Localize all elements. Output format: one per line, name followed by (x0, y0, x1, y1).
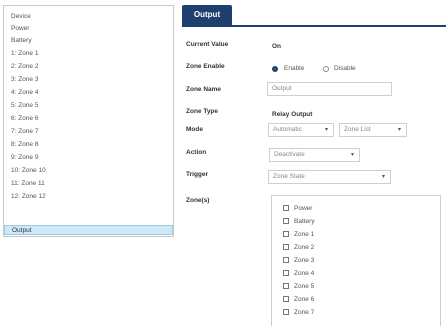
list-item-zone-8[interactable]: 8: Zone 8 (11, 140, 38, 150)
checkbox[interactable] (283, 257, 289, 263)
action-select[interactable]: Deactivate ▾ (269, 148, 360, 162)
tab-underline (182, 25, 446, 27)
enable-radio-label: Enable (284, 65, 305, 72)
chevron-down-icon: ▾ (324, 127, 328, 133)
trigger-select[interactable]: Zone State ▾ (268, 170, 391, 184)
zone-check-label: Battery (294, 218, 315, 225)
chevron-down-icon: ▾ (350, 152, 354, 158)
mode-select[interactable]: Automatic ▾ (268, 123, 334, 137)
enable-radio[interactable] (272, 66, 278, 72)
zone-type-value: Relay Output (272, 111, 313, 118)
disable-radio[interactable] (323, 66, 329, 72)
list-item-zone-4[interactable]: 4: Zone 4 (11, 88, 38, 98)
zone-check-label: Zone 3 (294, 257, 315, 264)
current-value-label: Current Value (186, 41, 229, 48)
checkbox[interactable] (283, 205, 289, 211)
zone-check-label: Power (294, 205, 313, 212)
list-item-output[interactable]: Output (4, 225, 173, 235)
checkbox[interactable] (283, 309, 289, 315)
mode-list-select-value: Zone List (344, 126, 371, 133)
mode-list-select[interactable]: Zone List ▾ (339, 123, 407, 137)
list-item-zone-2[interactable]: 2: Zone 2 (11, 62, 38, 72)
checkbox[interactable] (283, 283, 289, 289)
zone-check-label: Zone 7 (294, 309, 315, 316)
trigger-select-value: Zone State (273, 173, 305, 180)
list-item-zone-7[interactable]: 7: Zone 7 (11, 127, 38, 137)
mode-label: Mode (186, 126, 203, 133)
list-item-zone-5[interactable]: 5: Zone 5 (11, 101, 38, 111)
zone-name-label: Zone Name (186, 86, 222, 93)
zone-list[interactable]: Device Power Battery 1: Zone 1 2: Zone 2… (3, 5, 174, 237)
checkbox[interactable] (283, 244, 289, 250)
list-item-power[interactable]: Power (11, 24, 29, 34)
list-item-zone-9[interactable]: 9: Zone 9 (11, 153, 38, 163)
checkbox[interactable] (283, 296, 289, 302)
action-select-value: Deactivate (274, 151, 305, 158)
chevron-down-icon: ▾ (381, 174, 385, 180)
chevron-down-icon: ▾ (397, 127, 401, 133)
zone-check-label: Zone 5 (294, 283, 315, 290)
list-item-zone-10[interactable]: 10: Zone 10 (11, 166, 46, 176)
list-item-zone-12[interactable]: 12: Zone 12 (11, 192, 46, 202)
tab-output[interactable]: Output (182, 5, 232, 25)
tab-bar: Output (182, 5, 446, 27)
action-label: Action (186, 149, 207, 156)
list-item-device[interactable]: Device (11, 12, 31, 22)
zone-check-label: Zone 6 (294, 296, 315, 303)
mode-select-value: Automatic (273, 126, 302, 133)
list-item-zone-6[interactable]: 6: Zone 6 (11, 114, 38, 124)
list-item-zone-3[interactable]: 3: Zone 3 (11, 75, 38, 85)
zone-check-label: Zone 1 (294, 231, 315, 238)
zones-checklist[interactable]: Power Battery Zone 1 Zone 2 Zone 3 Zone … (271, 195, 441, 326)
zone-check-label: Zone 4 (294, 270, 315, 277)
checkbox[interactable] (283, 270, 289, 276)
trigger-label: Trigger (186, 171, 209, 178)
zone-enable-label: Zone Enable (186, 63, 225, 70)
zone-check-label: Zone 2 (294, 244, 315, 251)
zone-name-input[interactable]: Output (267, 82, 392, 96)
zone-type-label: Zone Type (186, 108, 219, 115)
zones-label: Zone(s) (186, 197, 210, 204)
checkbox[interactable] (283, 218, 289, 224)
checkbox[interactable] (283, 231, 289, 237)
list-item-zone-11[interactable]: 11: Zone 11 (11, 179, 45, 189)
list-item-zone-1[interactable]: 1: Zone 1 (11, 49, 38, 59)
current-value: On (272, 43, 282, 50)
list-item-battery[interactable]: Battery (11, 36, 32, 46)
disable-radio-label: Disable (334, 65, 356, 72)
